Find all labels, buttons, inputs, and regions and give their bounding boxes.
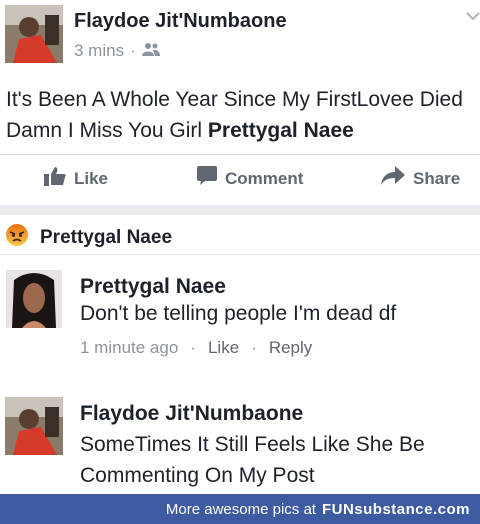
action-bar: Like Comment Share	[0, 156, 480, 200]
watermark-footer: More awesome pics at FUNsubstance.com	[0, 494, 480, 524]
comment-author[interactable]: Prettygal Naee	[80, 275, 226, 299]
meta-dot: ·	[190, 338, 196, 357]
share-label: Share	[413, 168, 461, 188]
comment-time[interactable]: 1 minute ago	[80, 338, 178, 358]
footer-text: More awesome pics at	[165, 500, 316, 518]
post-text: It's Been A Whole Year Since My FirstLov…	[6, 84, 476, 146]
author-avatar[interactable]	[5, 5, 63, 63]
post-author-name[interactable]: Flaydoe Jit'Numbaone	[74, 10, 287, 33]
post-meta: 3 mins ·	[74, 41, 160, 61]
comment-icon	[197, 166, 217, 191]
like-button[interactable]: Like	[44, 166, 108, 191]
reactor-name[interactable]: Prettygal Naee	[40, 227, 172, 249]
post-time[interactable]: 3 mins	[74, 41, 124, 61]
comment-text: SomeTimes It Still Feels Like She Be Com…	[80, 433, 425, 487]
share-button[interactable]: Share	[381, 166, 460, 191]
comment-button[interactable]: Comment	[197, 166, 303, 191]
thumbs-up-icon	[44, 166, 66, 191]
chevron-down-icon[interactable]	[466, 8, 480, 26]
friends-icon[interactable]	[141, 41, 160, 61]
like-label: Like	[74, 168, 109, 188]
comment-reply-link[interactable]: Reply	[269, 338, 312, 358]
comment-like-link[interactable]: Like	[208, 338, 239, 358]
footer-brand: FUNsubstance.com	[321, 500, 470, 518]
section-divider	[0, 205, 480, 215]
divider	[0, 254, 480, 255]
comment-label: Comment	[225, 168, 304, 188]
reaction-row: Prettygal Naee	[6, 224, 172, 251]
commenter-avatar[interactable]	[6, 270, 62, 328]
comment-meta: 1 minute ago · Like · Reply	[80, 338, 312, 358]
comment-text: Don't be telling people I'm dead df	[80, 302, 397, 325]
divider	[0, 154, 480, 155]
meta-separator: ·	[130, 41, 136, 60]
meta-dot: ·	[251, 338, 257, 357]
tagged-user-link[interactable]: Prettygal Naee	[208, 119, 354, 142]
comment-author[interactable]: Flaydoe Jit'Numbaone	[80, 402, 303, 426]
share-icon	[381, 166, 405, 191]
commenter-avatar[interactable]	[5, 397, 63, 455]
angry-face-icon	[6, 224, 28, 251]
